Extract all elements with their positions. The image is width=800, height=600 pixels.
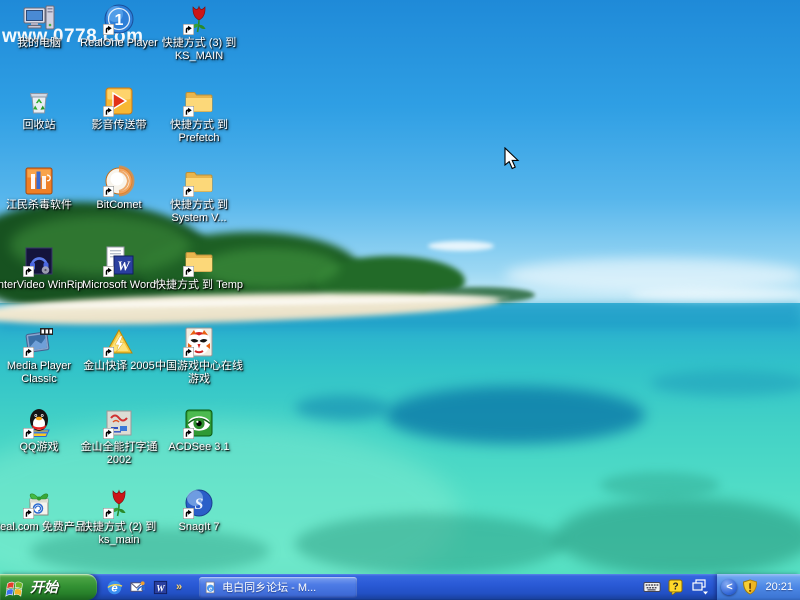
svg-text:S: S bbox=[195, 496, 204, 513]
svg-text:W: W bbox=[117, 260, 131, 275]
word-quicklaunch-icon[interactable]: W bbox=[152, 579, 169, 596]
icon-label: RealOne Player bbox=[80, 37, 158, 50]
shortcut-arrow-icon bbox=[183, 508, 194, 519]
shortcut-arrow-icon bbox=[23, 428, 34, 439]
icon-label: InterVideo WinRip bbox=[0, 279, 83, 292]
recycle-bin-icon bbox=[23, 85, 55, 117]
shortcut-arrow-icon bbox=[183, 186, 194, 197]
desktop-icon-acdsee[interactable]: ACDSee 3.1 bbox=[152, 407, 246, 454]
reef-patch bbox=[385, 386, 645, 444]
language-bar: ? bbox=[643, 579, 709, 595]
svg-text:W: W bbox=[156, 584, 165, 594]
icon-label: 影音传送带 bbox=[92, 119, 147, 132]
ime-help-icon[interactable]: ? bbox=[667, 579, 685, 595]
desktop-icon-china-game-center[interactable]: 中国游戏中心在线游戏 bbox=[152, 326, 246, 386]
desktop-icon-shortcut-system-v[interactable]: 快捷方式 到 System V... bbox=[152, 165, 246, 225]
start-button[interactable]: 开始 bbox=[0, 574, 97, 600]
security-shield-icon[interactable] bbox=[742, 579, 758, 595]
svg-text:1: 1 bbox=[115, 12, 124, 29]
icon-label: QQ游戏 bbox=[19, 441, 58, 454]
jiangmin-antivirus-icon bbox=[23, 165, 55, 197]
internet-explorer-page-icon: e bbox=[204, 581, 217, 594]
my-computer-icon bbox=[23, 3, 55, 35]
cloud bbox=[630, 288, 800, 301]
shortcut-arrow-icon bbox=[183, 266, 194, 277]
shortcut-arrow-icon bbox=[183, 106, 194, 117]
shortcut-arrow-icon bbox=[103, 106, 114, 117]
windows-flag-icon bbox=[5, 577, 25, 597]
system-tray: < 20:21 bbox=[717, 574, 800, 600]
internet-explorer-icon[interactable]: e bbox=[106, 579, 123, 596]
icon-label: ACDSee 3.1 bbox=[168, 441, 229, 454]
shortcut-arrow-icon bbox=[183, 428, 194, 439]
icon-label: SnagIt 7 bbox=[179, 521, 220, 534]
task-button-forum-window[interactable]: e 电白同乡论坛 - M... bbox=[199, 577, 357, 598]
shortcut-arrow-icon bbox=[103, 24, 114, 35]
keyboard-icon[interactable] bbox=[643, 579, 661, 595]
shortcut-arrow-icon bbox=[103, 266, 114, 277]
outlook-express-icon[interactable] bbox=[129, 579, 146, 596]
shortcut-arrow-icon bbox=[103, 428, 114, 439]
desktop-icon-snagit[interactable]: S SnagIt 7 bbox=[152, 487, 246, 534]
cloud bbox=[505, 258, 800, 292]
shortcut-arrow-icon bbox=[183, 347, 194, 358]
shortcut-arrow-icon bbox=[103, 186, 114, 197]
desktop-icon-shortcut-temp[interactable]: 快捷方式 到 Temp bbox=[152, 245, 246, 292]
shortcut-arrow-icon bbox=[23, 508, 34, 519]
taskbar: 开始 e W » e 电白同乡论坛 - M... bbox=[0, 574, 800, 600]
shortcut-arrow-icon bbox=[103, 347, 114, 358]
desktop-icon-shortcut-3-ks-main[interactable]: 快捷方式 (3) 到 KS_MAIN bbox=[152, 3, 246, 63]
desktop-screen: www.0778.com 我的电脑 1 RealOne Player bbox=[0, 0, 800, 600]
icon-label: 快捷方式 (3) 到 KS_MAIN bbox=[152, 37, 246, 63]
taskbar-clock[interactable]: 20:21 bbox=[765, 581, 793, 593]
task-button-label: 电白同乡论坛 - M... bbox=[222, 579, 316, 595]
icon-label: 金山快译 2005 bbox=[83, 360, 155, 373]
icon-label: 快捷方式 到 System V... bbox=[152, 199, 246, 225]
quick-launch-overflow-chevron[interactable]: » bbox=[176, 579, 182, 595]
shortcut-arrow-icon bbox=[23, 347, 34, 358]
hide-tray-icons-chevron[interactable]: < bbox=[721, 579, 737, 595]
mouse-cursor bbox=[504, 147, 522, 171]
icon-label: 快捷方式 到 Temp bbox=[155, 279, 243, 292]
cloud bbox=[428, 241, 494, 251]
language-bar-minimize-icon[interactable] bbox=[691, 579, 709, 595]
shortcut-arrow-icon bbox=[103, 508, 114, 519]
icon-label: Microsoft Word bbox=[82, 279, 156, 292]
icon-label: 中国游戏中心在线游戏 bbox=[152, 360, 246, 386]
icon-label: 江民杀毒软件 bbox=[6, 199, 72, 212]
icon-label: 回收站 bbox=[23, 119, 56, 132]
shortcut-arrow-icon bbox=[23, 266, 34, 277]
icon-label: 快捷方式 到 Prefetch bbox=[152, 119, 246, 145]
icon-label: 我的电脑 bbox=[17, 37, 61, 50]
desktop-icon-shortcut-prefetch[interactable]: 快捷方式 到 Prefetch bbox=[152, 85, 246, 145]
start-label: 开始 bbox=[30, 577, 58, 597]
svg-text:?: ? bbox=[673, 582, 679, 593]
shortcut-arrow-icon bbox=[183, 24, 194, 35]
quick-launch-bar: e W » bbox=[106, 579, 182, 596]
icon-label: BitComet bbox=[96, 199, 141, 212]
